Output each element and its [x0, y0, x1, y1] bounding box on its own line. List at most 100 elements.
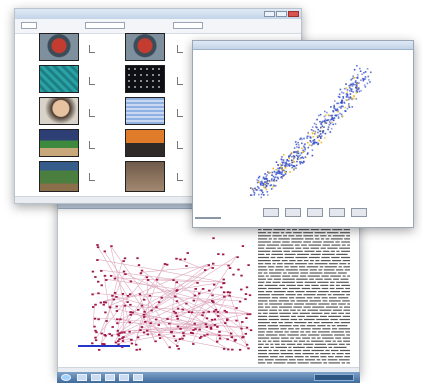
text-line-segment — [320, 247, 326, 249]
graph-node — [154, 340, 157, 343]
map-titlebar[interactable] — [193, 41, 413, 50]
text-line-segment — [287, 291, 294, 293]
map-button-4[interactable] — [329, 208, 345, 217]
checkbox[interactable] — [89, 45, 95, 53]
checkbox[interactable] — [89, 141, 95, 149]
text-line-segment — [322, 250, 330, 252]
graph-node — [113, 277, 117, 280]
text-line-segment — [343, 229, 350, 231]
map-point — [352, 77, 354, 79]
text-line-segment — [258, 253, 265, 255]
checkbox[interactable] — [89, 173, 95, 181]
map-point — [306, 153, 309, 156]
graph-node — [96, 259, 99, 261]
taskbar-item-2[interactable] — [91, 374, 101, 381]
text-line-segment — [342, 275, 346, 277]
map-button-2[interactable] — [285, 208, 301, 217]
toolbar-field-2[interactable] — [85, 22, 125, 29]
taskbar-item-3[interactable] — [105, 374, 115, 381]
graph-node — [105, 320, 108, 322]
graph-node — [121, 340, 125, 342]
text-line-segment — [323, 241, 334, 243]
graph-edge — [102, 281, 224, 302]
map-button-5[interactable] — [351, 208, 367, 217]
map-point — [283, 169, 285, 172]
map-point — [268, 180, 271, 182]
japan-map-canvas[interactable] — [195, 51, 413, 209]
text-line-segment — [309, 278, 314, 280]
text-line-segment — [258, 334, 265, 336]
text-line-segment — [335, 337, 342, 339]
graph-node — [209, 326, 213, 329]
graph-node — [146, 329, 149, 332]
text-line-segment — [331, 244, 341, 246]
text-line-segment — [328, 300, 341, 302]
thumbnail-10[interactable] — [125, 161, 165, 192]
maximize-icon[interactable] — [276, 11, 287, 17]
text-line-segment — [269, 269, 274, 271]
taskbar-item-1[interactable] — [77, 374, 87, 381]
graph-node — [94, 336, 97, 339]
thumbnail-9[interactable] — [125, 129, 165, 157]
map-point — [281, 161, 283, 163]
taskbar-item-4[interactable] — [119, 374, 129, 381]
graph-node — [172, 310, 176, 313]
checkbox[interactable] — [89, 109, 95, 117]
checkbox[interactable] — [89, 77, 95, 85]
minimize-icon[interactable] — [264, 11, 275, 17]
text-line-segment — [341, 241, 350, 243]
thumbnail-2[interactable] — [39, 65, 79, 93]
system-tray[interactable] — [314, 374, 354, 381]
map-button-3[interactable] — [307, 208, 323, 217]
graph-node — [139, 272, 143, 275]
checkbox[interactable] — [177, 45, 183, 53]
network-graph-canvas[interactable] — [60, 210, 260, 370]
close-icon[interactable] — [288, 11, 299, 17]
map-point — [276, 172, 278, 174]
map-point — [271, 178, 273, 180]
text-line-segment — [331, 349, 339, 352]
graph-node — [174, 339, 177, 342]
text-line-segment — [286, 284, 296, 286]
checkbox[interactable] — [177, 77, 183, 85]
text-line-segment — [344, 306, 350, 308]
map-point — [346, 95, 349, 97]
graph-node — [227, 264, 230, 267]
text-line-segment — [273, 238, 277, 240]
thumbnail-5[interactable] — [39, 161, 79, 192]
text-line-segment — [297, 253, 310, 255]
graph-node — [168, 322, 171, 325]
map-point — [331, 121, 333, 124]
map-point — [349, 88, 352, 90]
graph-node — [202, 311, 205, 314]
thumbnail-4[interactable] — [39, 129, 79, 157]
checkbox[interactable] — [177, 173, 183, 181]
checkbox[interactable] — [177, 141, 183, 149]
text-line-segment — [332, 294, 345, 296]
graph-node — [176, 325, 180, 328]
thumbnail-6[interactable] — [125, 33, 165, 61]
taskbar-item-5[interactable] — [133, 374, 143, 381]
start-icon[interactable] — [61, 374, 71, 381]
text-line-segment — [290, 309, 296, 311]
thumbnail-8[interactable] — [125, 97, 165, 125]
thumbnail-7[interactable] — [125, 65, 165, 93]
checkbox[interactable] — [177, 109, 183, 117]
text-line-segment — [268, 318, 280, 321]
map-point — [356, 65, 358, 67]
thumbnail-3[interactable] — [39, 97, 79, 125]
text-line-segment — [258, 260, 271, 262]
text-line-segment — [280, 353, 294, 355]
graph-node — [123, 331, 126, 334]
text-line-segment — [305, 238, 314, 240]
map-point — [307, 135, 310, 138]
text-line-segment — [327, 247, 338, 249]
thumbnail-1[interactable] — [39, 33, 79, 61]
graph-node — [207, 310, 210, 313]
graph-node — [198, 292, 201, 295]
toolbar-field-1[interactable] — [21, 22, 37, 29]
map-button-1[interactable] — [263, 208, 279, 217]
toolbar-field-3[interactable] — [173, 22, 203, 29]
text-line-segment — [291, 275, 299, 277]
text-line-segment — [336, 250, 340, 252]
